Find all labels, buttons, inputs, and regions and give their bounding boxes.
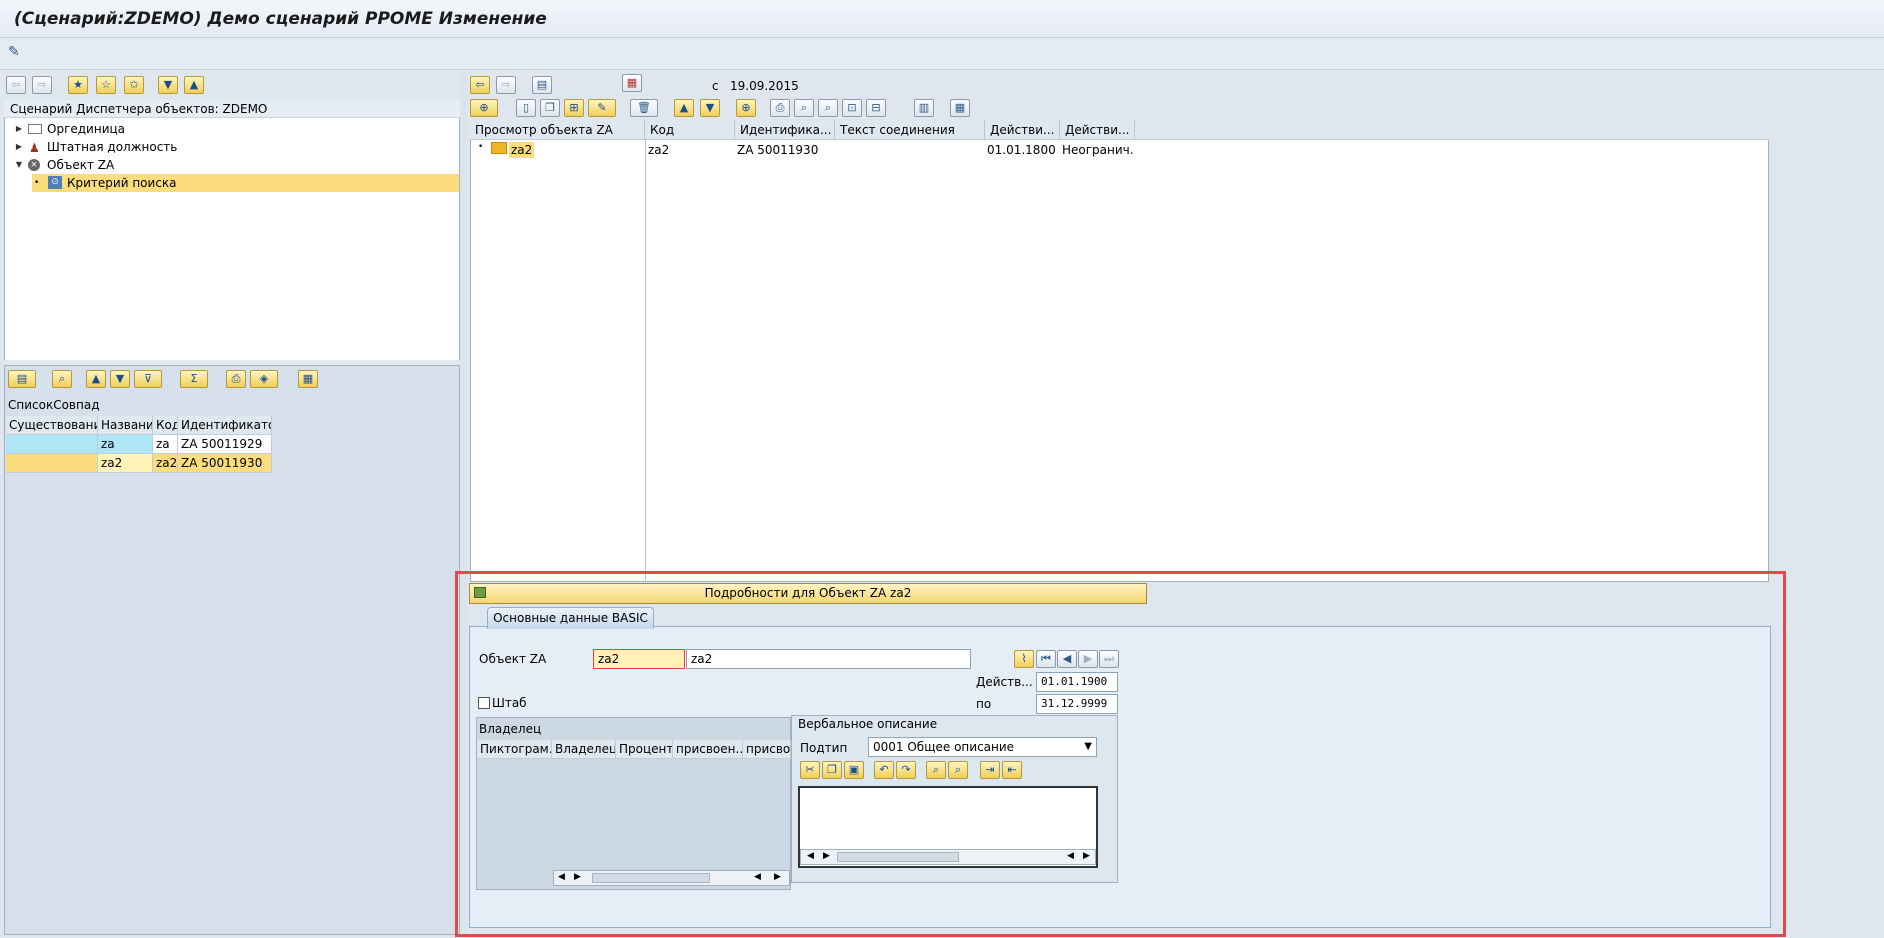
find-icon[interactable]: ⌕ — [52, 370, 72, 388]
expand-arrow-icon[interactable]: ▶ — [14, 138, 24, 156]
tree-node-label: Критерий поиска — [67, 176, 177, 190]
row-valid-to: Неогранич. — [1062, 143, 1134, 157]
tree-node-object-za[interactable]: ▼ × Объект ZA — [14, 156, 454, 174]
print-icon[interactable]: ⎙ — [770, 99, 790, 117]
highlight-frame — [455, 571, 1786, 937]
col-view[interactable]: Просмотр объекта ZA — [470, 120, 645, 140]
leaf-bullet: • — [34, 178, 40, 188]
row-valid-from: 01.01.1800 — [987, 143, 1056, 157]
hitlist-col-code[interactable]: Код — [153, 416, 178, 435]
hitlist-col-id[interactable]: Идентификатор — [178, 416, 272, 435]
row-id: ZA 50011930 — [737, 143, 819, 157]
row-object-name[interactable]: za2 — [509, 142, 535, 158]
calendar-icon[interactable]: ▦ — [622, 74, 642, 92]
col-code[interactable]: Код — [645, 120, 735, 140]
copy-icon[interactable]: ❐ — [540, 99, 560, 117]
delete-icon[interactable]: 🗑 — [630, 99, 658, 117]
settings-icon[interactable]: ▦ — [950, 99, 970, 117]
expand-arrow-icon[interactable]: ▶ — [14, 120, 24, 138]
favorite-list-icon[interactable]: ✩ — [124, 76, 144, 94]
back-icon[interactable]: ⇦ — [470, 76, 490, 94]
sort-ascending-icon[interactable]: ▲ — [86, 370, 106, 388]
hitlist-cell-code[interactable]: za2 — [153, 454, 178, 473]
export-icon[interactable]: ▦ — [298, 370, 318, 388]
tree-node-label: Штатная должность — [47, 140, 178, 154]
leaf-bullet: • — [478, 142, 484, 152]
right-toolbar-bottom: ⊕ ▯ ❐ ⊞ ✎ 🗑 ▲ ▼ ⊕ ⎙ ⌕ ⌕ ⊡ ⊟ ▥ ▦ — [470, 98, 1290, 120]
hitlist-col-name[interactable]: Название — [98, 416, 153, 435]
edit-icon[interactable]: ✎ — [588, 99, 616, 117]
col-valid-to[interactable]: Действи... — [1060, 120, 1135, 140]
hitlist-toolbar: ▤ ⌕ ▲ ▼ ⊽ Σ ⎙ ◈ ▦ — [4, 366, 460, 392]
hitlist-cell-name[interactable]: za2 — [98, 454, 153, 473]
hitlist-cell-id[interactable]: ZA 50011929 — [178, 435, 272, 454]
col-text[interactable]: Текст соединения — [835, 120, 985, 140]
tree-node-label: Объект ZA — [47, 158, 115, 172]
column-divider — [645, 140, 646, 582]
window-title-bar: (Сценарий:ZDEMO) Демо сценарий PPOME Изм… — [0, 0, 1884, 38]
columns-icon[interactable]: ▥ — [914, 99, 934, 117]
folder-icon — [491, 142, 507, 154]
expand-all-icon[interactable]: ▼ — [158, 76, 178, 94]
filter-icon[interactable]: ⊽ — [134, 370, 162, 388]
key-date[interactable]: 19.09.2015 — [730, 79, 799, 93]
sort-descending-icon[interactable]: ▼ — [110, 370, 130, 388]
hitlist-cell-existence[interactable] — [6, 454, 98, 473]
tree-title: Сценарий Диспетчера объектов: ZDEMO — [4, 100, 460, 118]
col-valid-from[interactable]: Действи... — [985, 120, 1060, 140]
hitlist-label: СписокСовпад — [8, 398, 100, 412]
object-view-table — [470, 120, 1769, 582]
move-down-icon[interactable]: ▼ — [700, 99, 720, 117]
hitlist-cell-name[interactable]: za — [98, 435, 153, 454]
forward-icon[interactable]: ⇨ — [32, 76, 52, 94]
forward-icon[interactable]: ⇨ — [496, 76, 516, 94]
org-unit-icon — [28, 124, 42, 134]
views-icon[interactable]: ◈ — [250, 370, 278, 388]
tree-node-search-criteria[interactable]: • ⊙ Критерий поиска — [32, 174, 459, 192]
hitlist-cell-code[interactable]: za — [153, 435, 178, 454]
left-tree-toolbar: ⇦ ⇨ ★ ☆ ✩ ▼ ▲ — [4, 74, 460, 98]
back-icon[interactable]: ⇦ — [6, 76, 26, 94]
favorite-add-icon[interactable]: ★ — [68, 76, 88, 94]
window-title: (Сценарий:ZDEMO) Демо сценарий PPOME Изм… — [14, 9, 547, 29]
object-icon: × — [28, 159, 40, 171]
collapse-all-icon[interactable]: ▲ — [184, 76, 204, 94]
hitlist-cell-id[interactable]: ZA 50011930 — [178, 454, 272, 473]
col-id[interactable]: Идентифика... — [735, 120, 835, 140]
favorite-icon[interactable]: ☆ — [96, 76, 116, 94]
application-toolbar: ✎ — [0, 38, 1884, 70]
find-next-icon[interactable]: ⌕ — [818, 99, 838, 117]
sum-icon[interactable]: Σ — [180, 370, 208, 388]
list-icon[interactable]: ▤ — [532, 76, 552, 94]
print-icon[interactable]: ⎙ — [226, 370, 246, 388]
object-view-header: Просмотр объекта ZA Код Идентифика... Те… — [470, 120, 1769, 140]
tree-node-org-unit[interactable]: ▶ Оргединица — [14, 120, 454, 138]
hierarchy-icon[interactable]: ⊕ — [736, 99, 756, 117]
horizontal-splitter[interactable] — [4, 360, 460, 364]
details-icon[interactable]: ▤ — [8, 370, 36, 388]
tree-node-position[interactable]: ▶ ♟ Штатная должность — [14, 138, 454, 156]
new-document-icon[interactable]: ▯ — [516, 99, 536, 117]
structure-icon[interactable]: ⊞ — [564, 99, 584, 117]
zoom-in-icon[interactable]: ⊡ — [842, 99, 862, 117]
move-up-icon[interactable]: ▲ — [674, 99, 694, 117]
hitlist-col-existence[interactable]: Существование — [6, 416, 98, 435]
switch-mode-icon[interactable]: ✎ — [8, 42, 28, 62]
binoculars-icon: ⊙ — [48, 176, 62, 189]
right-toolbar-top: ⇦ ⇨ ▤ ▦ с 19.09.2015 — [470, 74, 1270, 98]
zoom-out-icon[interactable]: ⊟ — [866, 99, 886, 117]
row-code: za2 — [648, 143, 670, 157]
tree-node-label: Оргединица — [47, 122, 126, 136]
hitlist-cell-existence[interactable] — [6, 435, 98, 454]
date-prefix: с — [712, 79, 719, 93]
collapse-arrow-icon[interactable]: ▼ — [14, 156, 24, 174]
find-icon[interactable]: ⌕ — [794, 99, 814, 117]
create-icon[interactable]: ⊕ — [470, 99, 498, 117]
position-icon: ♟ — [29, 141, 40, 155]
